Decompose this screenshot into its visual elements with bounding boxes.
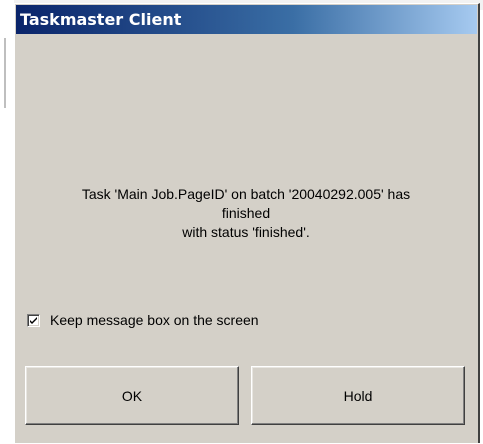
taskmaster-dialog: Taskmaster Client Task 'Main Job.PageID'… — [14, 3, 480, 443]
status-message: Task 'Main Job.PageID' on batch '2004029… — [15, 185, 477, 242]
keep-message-checkbox[interactable] — [27, 313, 40, 327]
window-title: Taskmaster Client — [20, 10, 182, 29]
message-line-1: Task 'Main Job.PageID' on batch '2004029… — [81, 186, 411, 202]
message-line-3: with status 'finished'. — [182, 224, 310, 240]
background-left-edge — [0, 0, 14, 444]
message-line-2: finished — [221, 205, 271, 221]
ok-button[interactable]: OK — [25, 366, 239, 425]
keep-message-label[interactable]: Keep message box on the screen — [50, 312, 259, 328]
keep-message-option[interactable]: Keep message box on the screen — [27, 312, 259, 328]
hold-button[interactable]: Hold — [251, 366, 465, 425]
background-scroll-mark — [4, 38, 6, 108]
check-icon — [30, 316, 37, 324]
title-bar[interactable]: Taskmaster Client — [16, 5, 477, 34]
screen: Taskmaster Client Task 'Main Job.PageID'… — [0, 0, 483, 444]
